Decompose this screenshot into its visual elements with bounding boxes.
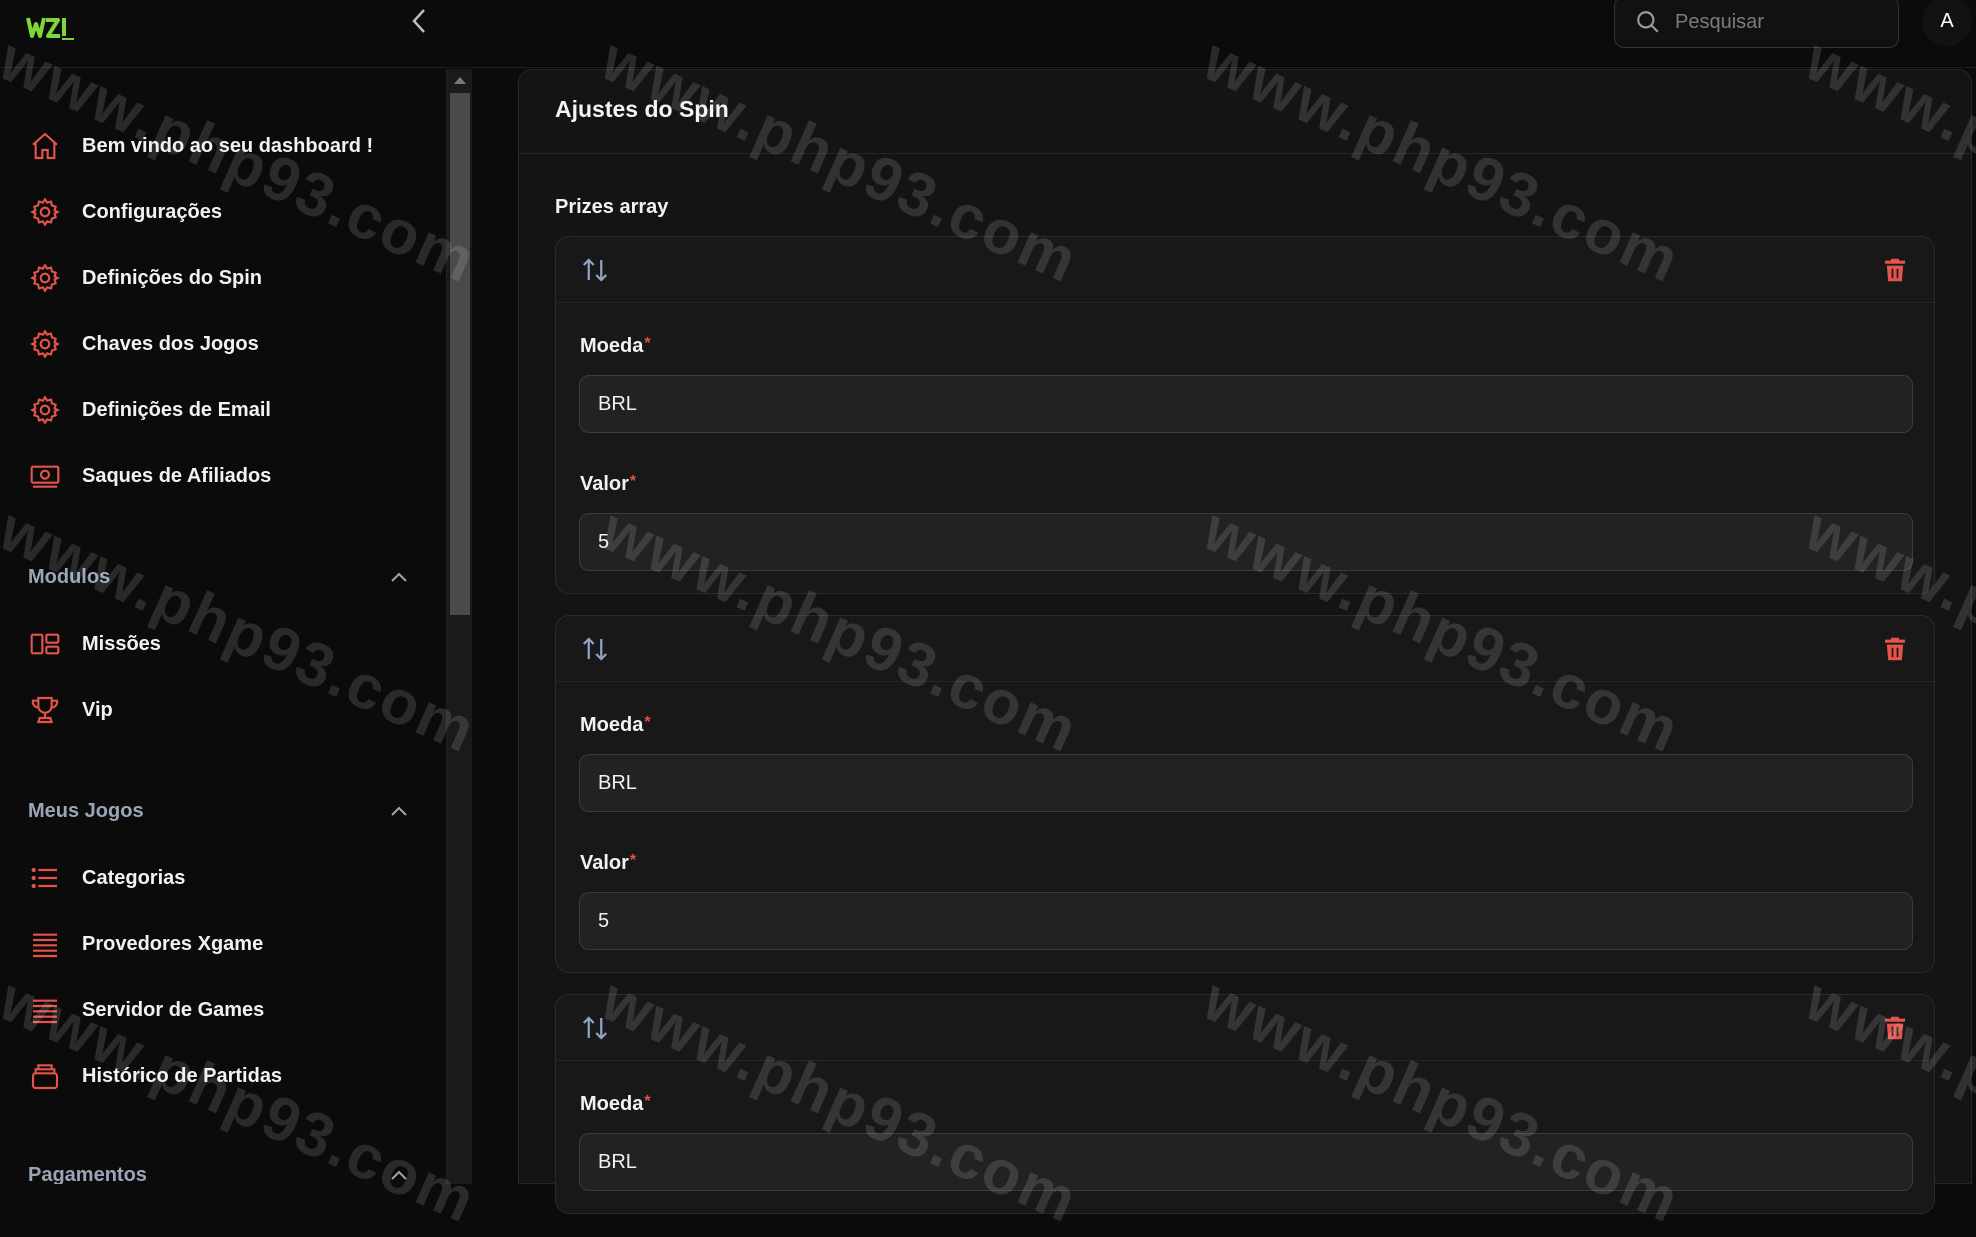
logo[interactable] [26,14,76,44]
sidebar-item-label: Definições de Email [82,398,271,421]
sidebar-item-configuracoes[interactable]: Configurações [28,187,222,237]
chevron-up-icon [391,1170,407,1180]
page-title: Ajustes do Spin [555,96,729,122]
collapse-sidebar-button[interactable] [404,6,434,36]
moeda-label: Moeda* [580,714,651,736]
queue-list-icon [28,993,62,1027]
trash-icon[interactable] [1880,255,1910,285]
sidebar: Bem vindo ao seu dashboard ! Configuraçõ… [0,69,446,1184]
prize-card-header [556,237,1934,303]
group-label: Meus Jogos [28,799,144,822]
main-panel: Ajustes do Spin Prizes array Moeda* Valo… [518,69,1972,1214]
search-icon [1637,11,1659,33]
sidebar-item-chaves-jogos[interactable]: Chaves dos Jogos [28,319,259,369]
top-bar: A [0,0,1976,68]
sidebar-item-label: Provedores Xgame [82,932,264,955]
sidebar-item-label: Vip [82,698,113,721]
sidebar-item-label: Definições do Spin [82,266,263,289]
sidebar-item-historico-partidas[interactable]: Histórico de Partidas [28,1051,282,1101]
sidebar-item-label: Saques de Afiliados [82,464,272,487]
valor-input[interactable] [579,892,1913,950]
valor-input[interactable] [579,513,1913,571]
moeda-label: Moeda* [580,1093,651,1115]
group-pagamentos[interactable]: Pagamentos [28,1155,408,1184]
sidebar-item-servidor-games[interactable]: Servidor de Games [28,985,264,1035]
prize-card: Moeda* Valor* [555,236,1935,594]
scroll-up-arrow-icon[interactable] [454,77,466,84]
divider [519,153,1971,154]
queue-list-icon [28,927,62,961]
scrollbar-thumb[interactable] [450,93,470,615]
sidebar-item-label: Configurações [82,200,223,223]
group-label: Pagamentos [28,1163,147,1185]
sidebar-item-label: Servidor de Games [82,998,265,1021]
trash-icon[interactable] [1880,634,1910,664]
trophy-icon [28,693,62,727]
reorder-icon[interactable] [580,255,610,285]
search-box[interactable] [1614,0,1899,48]
group-label: Modulos [28,565,111,588]
moeda-input[interactable] [579,375,1913,433]
avatar[interactable]: A [1922,0,1972,46]
sidebar-item-label: Categorias [82,866,186,889]
search-input[interactable] [1675,10,1875,34]
sidebar-item-categorias[interactable]: Categorias [28,853,185,903]
sidebar-item-dashboard[interactable]: Bem vindo ao seu dashboard ! [28,121,373,171]
sidebar-item-definicoes-email[interactable]: Definições de Email [28,385,271,435]
gear-icon [28,261,62,295]
layout-icon [28,627,62,661]
sidebar-item-provedores-xgame[interactable]: Provedores Xgame [28,919,263,969]
sidebar-item-label: Bem vindo ao seu dashboard ! [82,134,374,157]
sidebar-scrollbar[interactable] [446,69,472,1184]
chevron-left-icon [412,9,425,33]
valor-label: Valor* [580,473,637,495]
moeda-input[interactable] [579,1133,1913,1191]
home-icon [28,129,62,163]
sidebar-item-label: Histórico de Partidas [82,1064,283,1087]
cash-icon [28,459,62,493]
sidebar-item-saques-afiliados[interactable]: Saques de Afiliados [28,451,271,501]
prize-card-header [556,995,1934,1061]
stack-icon [28,1059,62,1093]
reorder-icon[interactable] [580,1013,610,1043]
moeda-label: Moeda* [580,335,651,357]
prize-card: Moeda* Valor* [555,615,1935,973]
group-meus-jogos[interactable]: Meus Jogos [28,791,408,831]
prize-card: Moeda* [555,994,1935,1214]
group-modulos[interactable]: Modulos [28,557,408,597]
reorder-icon[interactable] [580,634,610,664]
chevron-up-icon [391,572,407,582]
gear-icon [28,195,62,229]
prizes-array-label: Prizes array [555,196,669,218]
trash-icon[interactable] [1880,1013,1910,1043]
gear-icon [28,327,62,361]
sidebar-item-label: Missões [82,632,161,655]
chevron-up-icon [391,806,407,816]
gear-icon [28,393,62,427]
sidebar-item-label: Chaves dos Jogos [82,332,259,355]
moeda-input[interactable] [579,754,1913,812]
valor-label: Valor* [580,852,637,874]
sidebar-item-definicoes-spin[interactable]: Definições do Spin [28,253,262,303]
list-icon [28,861,62,895]
sidebar-item-missoes[interactable]: Missões [28,619,161,669]
prize-card-header [556,616,1934,682]
sidebar-item-vip[interactable]: Vip [28,685,113,735]
